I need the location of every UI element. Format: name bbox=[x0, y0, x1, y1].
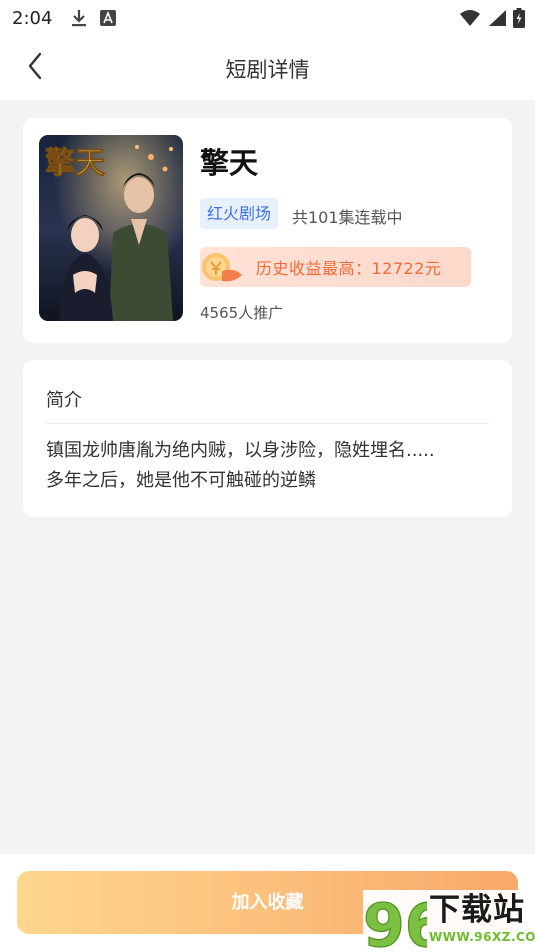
drama-title: 擎天 bbox=[200, 146, 259, 180]
battery-icon bbox=[513, 8, 525, 33]
wifi-icon bbox=[459, 9, 481, 32]
download-icon bbox=[70, 8, 88, 28]
watermark: 96 下载站 WWW.96XZ.COM bbox=[362, 890, 535, 952]
poster-title-text: 擎天 bbox=[45, 146, 105, 181]
intro-line: 镇国龙帅唐胤为绝内贼，以身涉险，隐姓埋名..... bbox=[46, 440, 435, 461]
divider bbox=[46, 423, 489, 424]
drama-info-card: 擎天 擎天 红火剧场 共101集连载中 历史收益最高：12722元 4565人推… bbox=[23, 118, 512, 343]
page-title: 短剧详情 bbox=[225, 58, 310, 82]
earnings-text: 历史收益最高：12722元 bbox=[256, 259, 442, 278]
status-icons bbox=[459, 8, 525, 33]
watermark-logo: 96 bbox=[362, 890, 447, 952]
intro-text: 镇国龙帅唐胤为绝内贼，以身涉险，隐姓埋名..... 多年之后，她是他不可触碰的逆… bbox=[46, 436, 489, 496]
drama-poster[interactable]: 擎天 bbox=[39, 135, 183, 321]
theater-tag: 红火剧场 bbox=[200, 198, 279, 229]
watermark-text: 下载站 WWW.96XZ.COM bbox=[429, 890, 535, 944]
episode-count: 共101集连载中 bbox=[292, 208, 403, 227]
status-time: 2:04 bbox=[12, 7, 53, 29]
watermark-url: WWW.96XZ.COM bbox=[429, 930, 535, 944]
status-bar: 2:04 bbox=[0, 0, 535, 36]
coin-stack-icon bbox=[200, 247, 244, 287]
nav-bar: 短剧详情 bbox=[0, 36, 535, 100]
app-notification-icon bbox=[100, 10, 117, 26]
watermark-name: 下载站 bbox=[429, 892, 525, 928]
promotion-count: 4565人推广 bbox=[200, 304, 284, 322]
intro-title: 简介 bbox=[46, 390, 82, 411]
intro-line: 多年之后，她是他不可触碰的逆鳞 bbox=[46, 470, 316, 491]
intro-card: 简介 镇国龙帅唐胤为绝内贼，以身涉险，隐姓埋名..... 多年之后，她是他不可触… bbox=[23, 360, 512, 517]
watermark-logo-text: 96 bbox=[363, 891, 427, 952]
cell-signal-icon bbox=[487, 9, 507, 32]
earnings-badge: 历史收益最高：12722元 bbox=[200, 247, 471, 287]
